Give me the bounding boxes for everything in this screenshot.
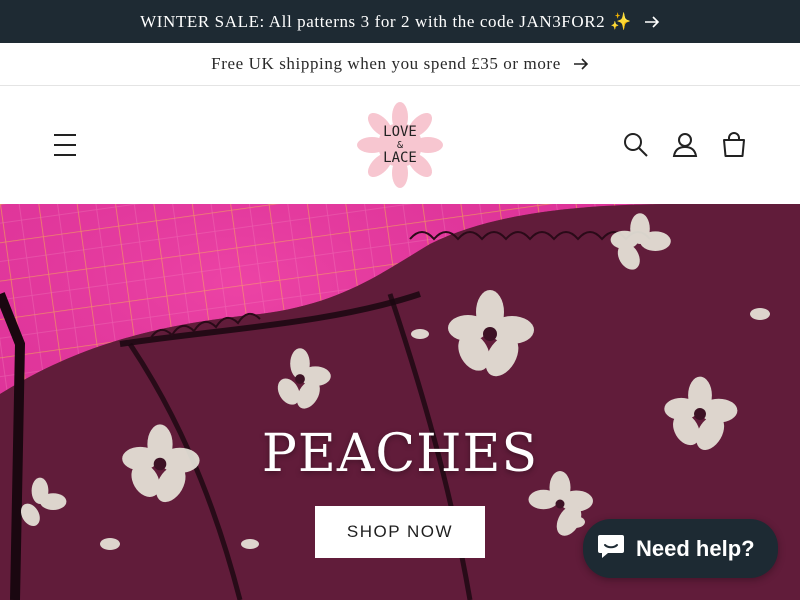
shipping-text: Free UK shipping when you spend £35 or m…: [211, 54, 561, 73]
logo[interactable]: LOVE & LACE: [356, 101, 444, 189]
need-help-chat-button[interactable]: Need help?: [583, 519, 778, 578]
account-icon[interactable]: [671, 131, 699, 159]
logo-word-love: LOVE: [383, 123, 417, 140]
search-icon[interactable]: [622, 131, 650, 159]
promo-announcement-bar[interactable]: WINTER SALE: All patterns 3 for 2 with t…: [0, 0, 800, 43]
arrow-right-icon: [644, 15, 660, 29]
menu-icon[interactable]: [52, 132, 80, 158]
chat-label: Need help?: [636, 535, 755, 561]
cart-icon[interactable]: [720, 131, 748, 159]
chat-bubble-icon: [596, 532, 626, 566]
logo-ampersand: &: [396, 139, 404, 151]
shop-now-button[interactable]: SHOP NOW: [315, 506, 485, 558]
logo-word-lace: LACE: [383, 149, 417, 166]
arrow-right-icon: [573, 57, 589, 71]
shipping-announcement-bar[interactable]: Free UK shipping when you spend £35 or m…: [0, 43, 800, 86]
hero-title: PEACHES: [261, 424, 539, 484]
promo-text: WINTER SALE: All patterns 3 for 2 with t…: [140, 11, 632, 31]
